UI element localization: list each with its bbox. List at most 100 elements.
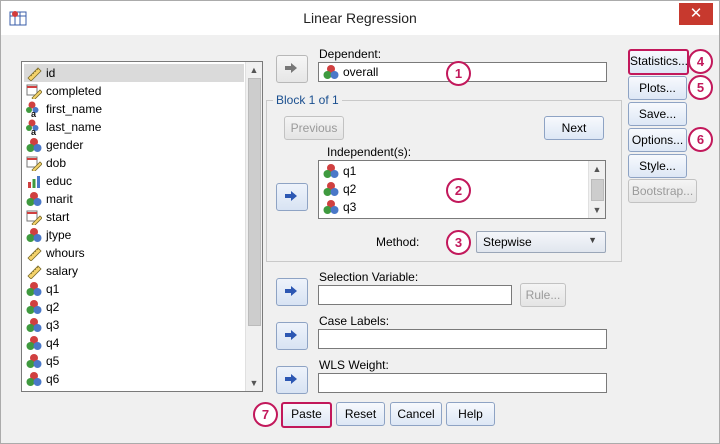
linear-regression-dialog: Linear Regression ✕ id completed a first_na… — [0, 0, 720, 444]
help-button[interactable]: Help — [446, 402, 495, 426]
case-labels-field[interactable] — [318, 329, 607, 349]
chevron-down-icon: ▼ — [588, 235, 597, 245]
right-arrow-icon — [285, 63, 297, 73]
nominal-icon — [26, 138, 42, 152]
variable-label: id — [46, 66, 56, 80]
nominal-icon — [323, 65, 339, 79]
variable-label: q3 — [46, 318, 60, 332]
independent-item[interactable]: q3 — [321, 198, 571, 216]
bootstrap-button[interactable]: Bootstrap... — [628, 179, 697, 203]
variable-label: gender — [46, 138, 84, 152]
move-to-case-labels-button[interactable] — [276, 322, 308, 350]
scroll-up-arrow-icon[interactable]: ▲ — [589, 161, 605, 177]
variable-item[interactable]: id — [24, 64, 244, 82]
independent-label: q2 — [343, 182, 357, 196]
move-to-independents-button[interactable] — [276, 183, 308, 211]
reset-button[interactable]: Reset — [336, 402, 385, 426]
variable-label: completed — [46, 84, 102, 98]
variable-item[interactable]: q6 — [24, 370, 244, 388]
annotation-badge-4: 4 — [688, 49, 713, 74]
nominal-string-icon: a — [26, 119, 39, 135]
variable-item[interactable]: q3 — [24, 316, 244, 334]
style-button[interactable]: Style... — [628, 154, 687, 178]
previous-button[interactable]: Previous — [284, 116, 344, 140]
rule-button[interactable]: Rule... — [520, 283, 566, 307]
ordinal-icon — [28, 176, 40, 188]
variable-label: q5 — [46, 354, 60, 368]
scale-icon — [27, 265, 42, 279]
annotation-badge-1: 1 — [446, 61, 471, 86]
scale-icon — [27, 67, 42, 81]
cancel-button[interactable]: Cancel — [390, 402, 442, 426]
next-button[interactable]: Next — [544, 116, 604, 140]
variable-item[interactable]: salary — [24, 262, 244, 280]
wls-weight-field[interactable] — [318, 373, 607, 393]
title-bar: Linear Regression ✕ — [1, 1, 719, 35]
variable-item[interactable]: jtype — [24, 226, 244, 244]
variable-label: q2 — [46, 300, 60, 314]
source-variable-list[interactable]: id completed a first_name a last_name gender do… — [21, 61, 263, 392]
variable-item[interactable]: gender — [24, 136, 244, 154]
annotation-badge-3: 3 — [446, 230, 471, 255]
variable-item[interactable]: whours — [24, 244, 244, 262]
method-select[interactable]: Stepwise ▼ — [476, 231, 606, 253]
independents-scrollbar[interactable]: ▲ ▼ — [588, 161, 605, 218]
scroll-up-arrow-icon[interactable]: ▲ — [246, 62, 262, 78]
close-button[interactable]: ✕ — [679, 3, 713, 25]
selection-variable-field[interactable] — [318, 285, 512, 305]
variable-label: dob — [46, 156, 67, 170]
variable-label: whours — [46, 246, 85, 260]
scroll-thumb[interactable] — [248, 78, 261, 326]
plots-button[interactable]: Plots... — [628, 76, 687, 100]
scroll-down-arrow-icon[interactable]: ▼ — [589, 202, 605, 218]
variable-label: salary — [46, 264, 79, 278]
variable-label: q6 — [46, 372, 60, 386]
move-to-dependent-button[interactable] — [276, 55, 308, 83]
annotation-badge-6: 6 — [688, 127, 713, 152]
move-to-wls-weight-button[interactable] — [276, 366, 308, 394]
nominal-icon — [26, 336, 42, 350]
block-legend: Block 1 of 1 — [273, 93, 342, 107]
save-button[interactable]: Save... — [628, 102, 687, 126]
independent-label: q3 — [343, 200, 357, 214]
variable-item[interactable]: start — [24, 208, 244, 226]
variable-list-scrollbar[interactable]: ▲ ▼ — [245, 62, 262, 391]
independent-item[interactable]: q1 — [321, 162, 571, 180]
wls-weight-label: WLS Weight: — [319, 358, 389, 372]
variable-item[interactable]: q1 — [24, 280, 244, 298]
dialog-body: id completed a first_name a last_name gender do… — [9, 35, 713, 435]
right-arrow-icon — [285, 374, 297, 384]
right-arrow-icon — [285, 330, 297, 340]
variable-item[interactable]: a last_name — [24, 118, 244, 136]
annotation-badge-5: 5 — [688, 75, 713, 100]
nominal-icon — [26, 192, 42, 206]
right-arrow-icon — [285, 286, 297, 296]
dependent-label: Dependent: — [319, 47, 382, 61]
date-scale-icon — [26, 210, 42, 225]
statistics-button[interactable]: Statistics... — [628, 49, 689, 75]
case-labels-label: Case Labels: — [319, 314, 390, 328]
selection-variable-label: Selection Variable: — [319, 270, 419, 284]
variable-label: jtype — [46, 228, 72, 242]
variable-item[interactable]: marit — [24, 190, 244, 208]
nominal-icon — [26, 372, 42, 386]
variable-item[interactable]: q5 — [24, 352, 244, 370]
scroll-thumb[interactable] — [591, 179, 604, 201]
scroll-down-arrow-icon[interactable]: ▼ — [246, 375, 262, 391]
variable-item[interactable]: a first_name — [24, 100, 244, 118]
variable-item[interactable]: completed — [24, 82, 244, 100]
variable-item[interactable]: q4 — [24, 334, 244, 352]
paste-button[interactable]: Paste — [281, 402, 332, 428]
nominal-icon — [323, 164, 339, 178]
nominal-icon — [26, 300, 42, 314]
variable-label: marit — [46, 192, 73, 206]
annotation-badge-7: 7 — [253, 402, 278, 427]
move-to-selection-variable-button[interactable] — [276, 278, 308, 306]
options-button[interactable]: Options... — [628, 128, 687, 152]
variable-label: first_name — [46, 102, 103, 116]
nominal-icon — [26, 354, 42, 368]
variable-item[interactable]: dob — [24, 154, 244, 172]
independent-label: q1 — [343, 164, 357, 178]
variable-item[interactable]: q2 — [24, 298, 244, 316]
variable-item[interactable]: educ — [24, 172, 244, 190]
